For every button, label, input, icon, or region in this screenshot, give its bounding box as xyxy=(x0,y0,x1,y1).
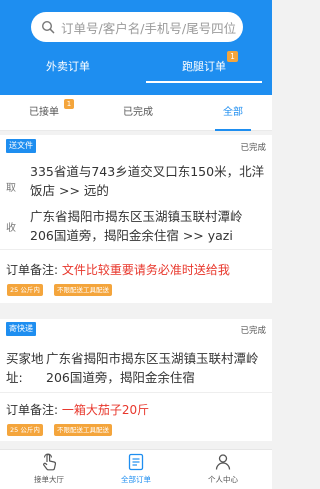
tab-label: 已完成 xyxy=(123,107,153,118)
search-input[interactable]: 订单号/客户名/手机号/尾号四位 xyxy=(61,18,236,37)
status-tab-bar: 已接单 1 已完成 全部 xyxy=(0,95,272,131)
order-note-label: 订单备注: xyxy=(6,403,59,417)
nav-order-hall[interactable]: 接单大厅 xyxy=(9,450,89,489)
nav-label: 接单大厅 xyxy=(34,475,64,484)
search-icon xyxy=(41,20,55,34)
order-status: 已完成 xyxy=(240,326,266,336)
nav-profile[interactable]: 个人中心 xyxy=(183,450,263,489)
hand-pointer-icon xyxy=(39,452,59,472)
buyer-address: 广东省揭阳市揭东区玉湖镇玉联村潭岭206国道旁，揭阳金余住宿 xyxy=(46,351,259,385)
weight-chip: 25 公斤内 xyxy=(7,424,43,436)
delivery-tool-chip: 不限配送工具配送 xyxy=(54,424,112,436)
deliver-address: 广东省揭阳市揭东区玉湖镇玉联村潭岭206国道旁，揭阳金余住宿 >> yazi xyxy=(30,209,243,243)
person-icon xyxy=(213,452,233,472)
order-card[interactable]: 送文件 已完成 取 335省道与743乡道交叉口东150米，北洋饭店 >> 远的… xyxy=(0,135,272,303)
tab-errand-orders[interactable]: 跑腿订单 1 xyxy=(136,51,272,86)
order-card[interactable]: 寄快递 已完成 买家地址: 广东省揭阳市揭东区玉湖镇玉联村潭岭206国道旁，揭阳… xyxy=(0,319,272,441)
buyer-address-label: 买家地址: xyxy=(6,351,44,385)
app-header: 订单号/客户名/手机号/尾号四位 外卖订单 跑腿订单 1 xyxy=(0,0,272,95)
order-status: 已完成 xyxy=(240,143,266,153)
tab-accepted[interactable]: 已接单 1 xyxy=(14,95,74,131)
nav-label: 全部订单 xyxy=(121,475,151,484)
divider xyxy=(0,392,272,393)
search-bar[interactable]: 订单号/客户名/手机号/尾号四位 xyxy=(31,12,243,42)
active-tab-underline xyxy=(215,129,251,131)
order-note-text: 文件比较重要请务必准时送给我 xyxy=(61,263,230,277)
pickup-label: 取 xyxy=(6,183,16,194)
bottom-nav: 接单大厅 全部订单 个人中心 xyxy=(0,449,272,489)
top-tab-bar: 外卖订单 跑腿订单 1 xyxy=(0,51,272,86)
tab-completed[interactable]: 已完成 xyxy=(108,95,168,131)
active-tab-underline xyxy=(146,81,262,83)
weight-chip: 25 公斤内 xyxy=(7,284,43,296)
delivery-tool-chip: 不限配送工具配送 xyxy=(54,284,112,296)
tab-label: 跑腿订单 xyxy=(182,60,226,73)
divider xyxy=(0,249,272,250)
count-badge: 1 xyxy=(227,51,238,62)
order-note-label: 订单备注: xyxy=(6,263,59,277)
order-note: 订单备注: 一箱大茄子20斤 xyxy=(6,401,149,418)
order-note-text: 一箱大茄子20斤 xyxy=(61,403,150,417)
order-note: 订单备注: 文件比较重要请务必准时送给我 xyxy=(6,261,230,278)
tab-all[interactable]: 全部 xyxy=(203,95,263,131)
tab-takeout-orders[interactable]: 外卖订单 xyxy=(0,52,136,86)
tab-label: 全部 xyxy=(223,107,243,118)
deliver-label: 收 xyxy=(6,223,16,234)
order-list-icon xyxy=(126,452,146,472)
order-type-badge: 寄快递 xyxy=(6,322,36,336)
nav-all-orders[interactable]: 全部订单 xyxy=(96,450,176,489)
tab-label: 外卖订单 xyxy=(46,60,90,73)
order-type-badge: 送文件 xyxy=(6,139,36,153)
pickup-address: 335省道与743乡道交叉口东150米，北洋饭店 >> 远的 xyxy=(30,164,265,198)
nav-label: 个人中心 xyxy=(208,475,238,484)
count-badge: 1 xyxy=(64,99,74,109)
tab-label: 已接单 xyxy=(29,107,59,118)
